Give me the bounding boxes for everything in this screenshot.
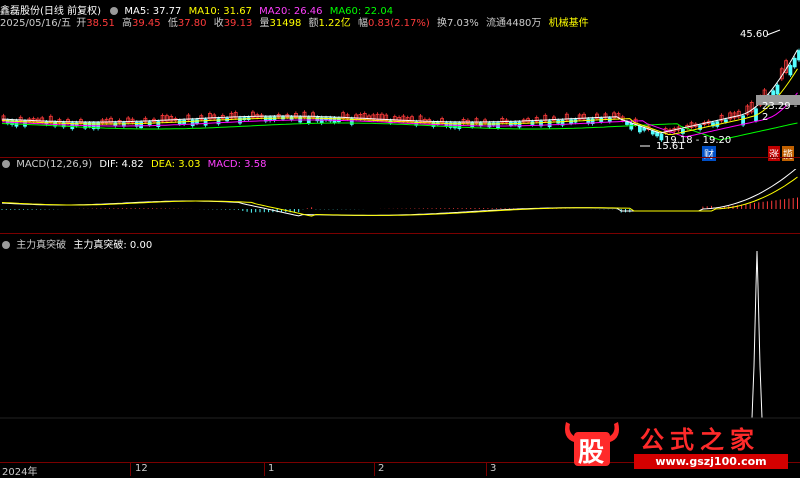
macd-chart[interactable]	[0, 169, 800, 237]
axis-tick	[264, 463, 265, 476]
axis-tick	[374, 463, 375, 476]
peak-pointer-line	[767, 30, 780, 35]
site-watermark: 股 公式之家 www.gszj100.com	[556, 418, 792, 472]
axis-label-1: 1	[268, 463, 274, 474]
dif-line	[2, 169, 798, 216]
watermark-url: www.gszj100.com	[634, 454, 788, 469]
chart-separator	[0, 233, 800, 234]
axis-tick	[486, 463, 487, 476]
dea-line	[2, 177, 798, 216]
hot-marker[interactable]: 揽	[782, 146, 794, 161]
peak-price-label: 45.60	[740, 29, 769, 40]
right-price-label: 23.29 - 2	[762, 101, 800, 123]
finance-marker[interactable]: 财	[702, 146, 716, 161]
axis-label-12: 12	[135, 463, 148, 474]
axis-label-2: 2	[378, 463, 384, 474]
axis-label-3: 3	[490, 463, 496, 474]
macd-settings-icon[interactable]	[2, 160, 10, 168]
macd-histogram	[2, 198, 798, 213]
chart-separator	[0, 157, 800, 158]
axis-tick	[130, 463, 131, 476]
limit-up-marker[interactable]: 涨	[768, 146, 780, 161]
low-price-label: 15.61	[656, 141, 685, 152]
watermark-logo-char: 股	[578, 432, 604, 469]
watermark-site-name: 公式之家	[640, 420, 760, 455]
zlzt-spike-line	[752, 251, 764, 418]
candles-group	[2, 49, 800, 142]
